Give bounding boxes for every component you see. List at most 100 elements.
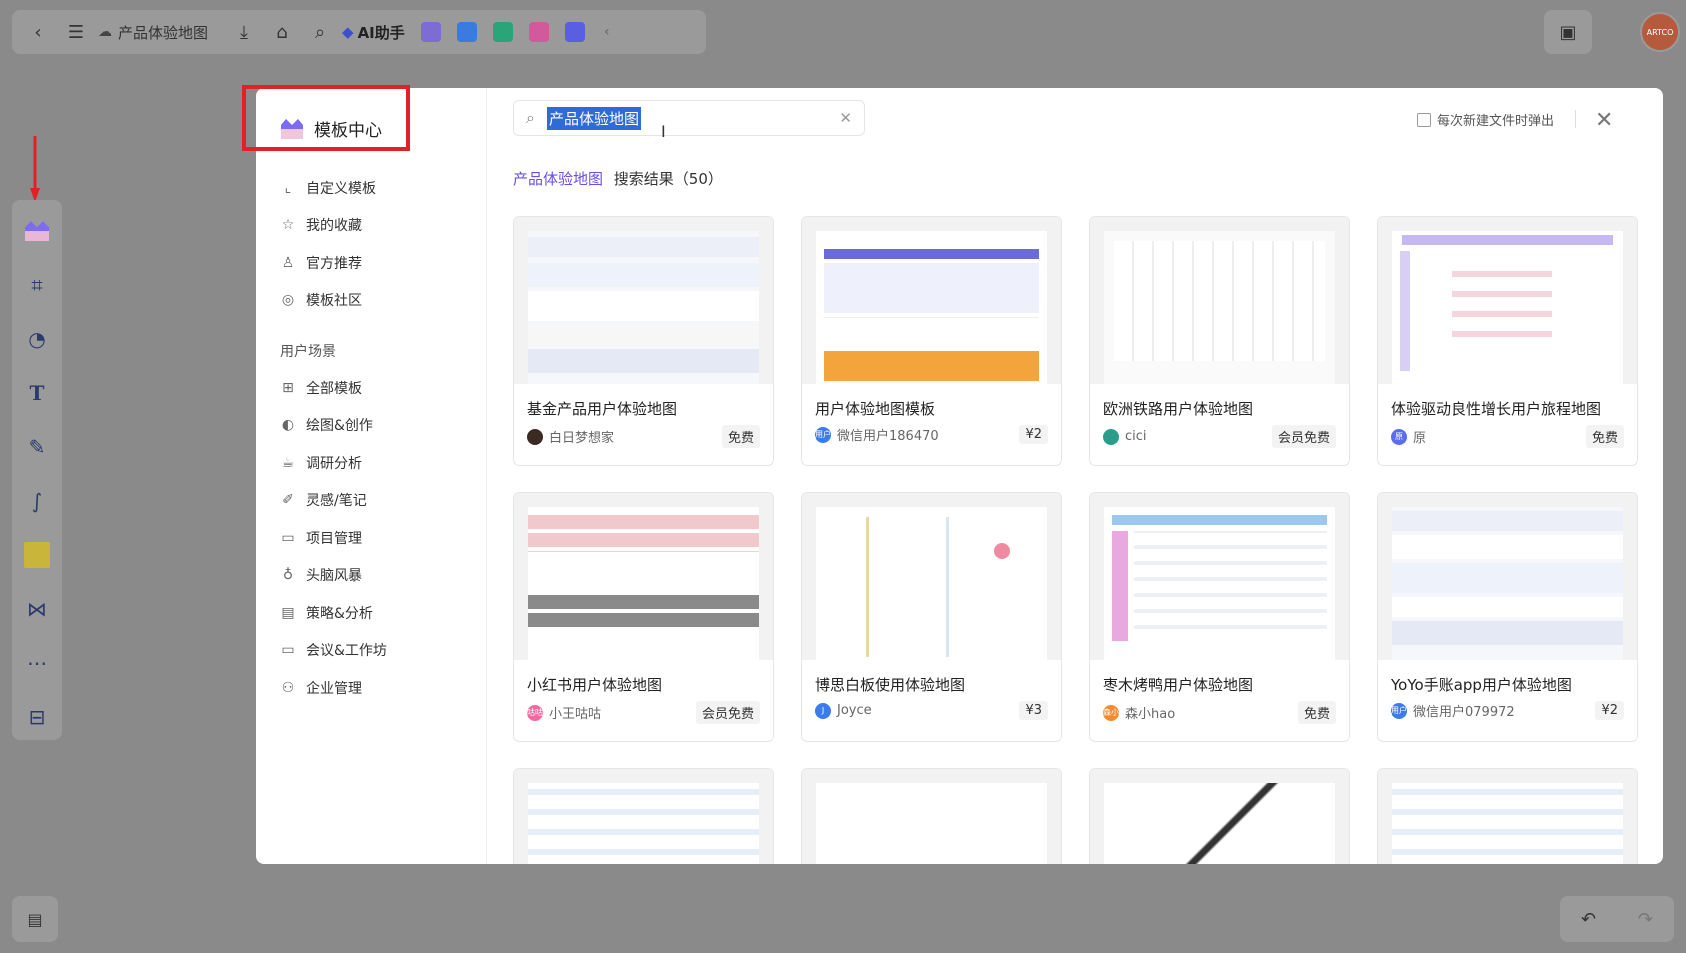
mindmap-app-icon[interactable]	[492, 22, 513, 42]
shape-icon[interactable]: ◔	[20, 322, 54, 356]
card-title: 枣木烤鸭用户体验地图	[1103, 676, 1254, 694]
menu-icon[interactable]: ☰	[60, 16, 92, 48]
popup-on-new-file-option[interactable]: 每次新建文件时弹出	[1417, 110, 1554, 129]
nav-notes[interactable]: ✐ 灵感/笔记	[280, 482, 486, 520]
mindmap-icon[interactable]: ⋈	[20, 592, 54, 626]
org-icon: ⚇	[281, 679, 295, 696]
template-thumbnail	[1090, 217, 1349, 384]
connector-icon[interactable]: ∫	[20, 484, 54, 518]
nav-label: 调研分析	[306, 455, 362, 472]
briefcase-icon: ▤	[281, 604, 295, 621]
download-icon[interactable]: ⤓	[228, 16, 260, 48]
image-app-icon[interactable]	[420, 22, 441, 42]
author-avatar: 森小	[1103, 704, 1119, 721]
document-title-text: 产品体验地图	[118, 23, 209, 42]
popup-checkbox[interactable]	[1417, 112, 1431, 127]
avatar[interactable]: ARTCO	[1640, 12, 1680, 52]
nav-enterprise[interactable]: ⚇ 企业管理	[280, 669, 486, 707]
nav-strategy[interactable]: ▤ 策略&分析	[280, 594, 486, 632]
template-center-icon[interactable]	[20, 214, 54, 248]
close-icon[interactable]: ✕	[1595, 108, 1613, 133]
nav-custom-templates[interactable]: ⌞ 自定义模板	[280, 169, 486, 207]
undo-redo-group: ↶ ↷	[1560, 896, 1674, 942]
template-card[interactable]: 体验驱动良性增长用户旅程地图 原 原 免费	[1377, 216, 1638, 466]
nav-official[interactable]: ♙ 官方推荐	[280, 244, 486, 282]
template-card[interactable]	[801, 768, 1062, 864]
nav-label: 我的收藏	[306, 218, 362, 235]
palette-icon: ◐	[281, 417, 295, 434]
back-icon[interactable]: ‹	[22, 16, 54, 48]
ai-assistant-button[interactable]: ◆ AI助手	[342, 22, 405, 43]
pen-icon[interactable]: ✎	[20, 430, 54, 464]
author-avatar: 咕咕	[527, 704, 543, 721]
nav-label: 项目管理	[306, 530, 362, 547]
author-avatar: 用户	[815, 426, 831, 443]
result-count: 搜索结果（50）	[613, 170, 723, 188]
star-icon: ☆	[281, 217, 295, 234]
author-avatar: 原	[1391, 428, 1407, 445]
price-badge: 会员免费	[695, 701, 760, 724]
more-icon[interactable]: ⋯	[20, 646, 54, 680]
nav-project[interactable]: ▭ 项目管理	[280, 519, 486, 557]
thumb-up-icon: ♙	[281, 254, 295, 271]
template-card[interactable]: 小红书用户体验地图 咕咕 小王咕咕 会员免费	[513, 492, 774, 742]
nav-meeting[interactable]: ▭ 会议&工作坊	[280, 632, 486, 670]
author-name: 森小hao	[1125, 707, 1176, 722]
price-badge: ¥3	[1019, 701, 1048, 720]
nav-label: 策略&分析	[306, 605, 373, 622]
bulb-icon: ♁	[282, 567, 294, 584]
template-card[interactable]: 博思白板使用体验地图 J Joyce ¥3	[801, 492, 1062, 742]
card-title: YoYo手账app用户体验地图	[1391, 676, 1572, 694]
card-title: 欧洲铁路用户体验地图	[1103, 400, 1254, 418]
ppt-app-icon[interactable]	[456, 22, 477, 42]
nav-drawing[interactable]: ◐ 绘图&创作	[280, 407, 486, 445]
briefcase-button[interactable]: ▣	[1544, 10, 1592, 54]
template-grid: 基金产品用户体验地图 白日梦想家 免费 用户体验地图模板 用户 微信用户1864…	[513, 216, 1638, 864]
flow-app-icon[interactable]	[528, 22, 549, 42]
frame-icon[interactable]: ⌗	[20, 268, 54, 302]
template-thumbnail	[802, 217, 1061, 384]
card-footer: 原 原 免费	[1378, 425, 1637, 448]
clear-icon[interactable]: ✕	[839, 109, 852, 127]
author-avatar	[527, 428, 543, 445]
template-card[interactable]: 枣木烤鸭用户体验地图 森小 森小hao 免费	[1089, 492, 1350, 742]
nav-community[interactable]: ◎ 模板社区	[280, 282, 486, 320]
nav-brainstorm[interactable]: ♁ 头脑风暴	[280, 557, 486, 595]
template-thumbnail	[514, 769, 773, 864]
card-footer: J Joyce ¥3	[802, 701, 1061, 720]
template-card[interactable]	[513, 768, 774, 864]
undo-icon[interactable]: ↶	[1581, 909, 1596, 930]
template-card[interactable]: YoYo手账app用户体验地图 用户 微信用户079972 ¥2	[1377, 492, 1638, 742]
redo-icon[interactable]: ↷	[1638, 909, 1653, 930]
template-card[interactable]	[1377, 768, 1638, 864]
result-keyword: 产品体验地图	[513, 170, 604, 188]
nav-research[interactable]: ☕ 调研分析	[280, 444, 486, 482]
briefcase-icon: ▣	[1559, 21, 1577, 43]
nav-favorites[interactable]: ☆ 我的收藏	[280, 207, 486, 245]
search-input[interactable]: ⌕ 产品体验地图 ✕	[513, 100, 865, 136]
meeting-icon: ▭	[281, 642, 295, 659]
nav-all-templates[interactable]: ⊞ 全部模板	[280, 369, 486, 407]
sticky-note-icon[interactable]	[20, 538, 54, 572]
clipboard-icon: ▭	[281, 529, 295, 546]
nav-label: 官方推荐	[306, 255, 362, 272]
text-icon[interactable]: T	[20, 376, 54, 410]
tag-icon[interactable]: ⌂	[266, 16, 298, 48]
author-name: 原	[1413, 431, 1427, 446]
template-card[interactable]: 欧洲铁路用户体验地图 cici 会员免费	[1089, 216, 1350, 466]
nav-label: 模板社区	[306, 293, 362, 310]
plugin-icon[interactable]: ⊟	[20, 700, 54, 734]
template-card[interactable]: 基金产品用户体验地图 白日梦想家 免费	[513, 216, 774, 466]
collapse-icon[interactable]: ‹	[591, 16, 623, 48]
nav-label: 灵感/笔记	[306, 493, 367, 510]
search-icon[interactable]: ⌕	[304, 16, 336, 48]
cup-icon: ☕	[281, 454, 295, 471]
template-card[interactable]	[1089, 768, 1350, 864]
document-title[interactable]: ☁ 产品体验地图	[98, 22, 208, 43]
template-card[interactable]: 用户体验地图模板 用户 微信用户186470 ¥2	[801, 216, 1062, 466]
author-name: Joyce	[837, 703, 872, 718]
map-toggle-button[interactable]: ▤	[12, 896, 58, 942]
author-name: 小王咕咕	[549, 707, 602, 722]
author-name: 白日梦想家	[549, 431, 615, 446]
doc-app-icon[interactable]	[564, 22, 585, 42]
